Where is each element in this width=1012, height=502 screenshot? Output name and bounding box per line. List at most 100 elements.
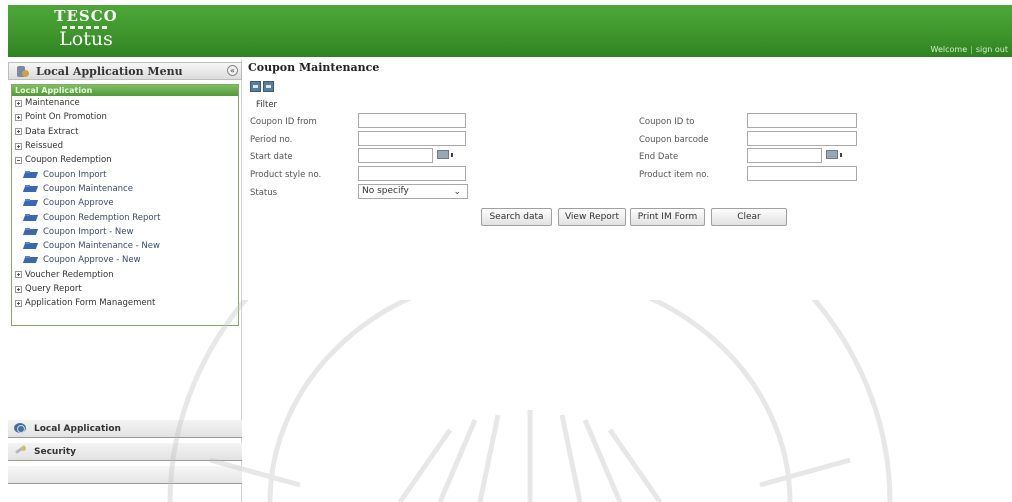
end-date-input[interactable] xyxy=(747,148,822,163)
expand-filter-icon[interactable] xyxy=(250,81,261,92)
tree-item-label: Coupon Approve xyxy=(43,198,114,209)
tree-item[interactable]: Maintenance xyxy=(12,96,238,110)
tree-item-label: Reissued xyxy=(25,141,63,152)
calendar-icon[interactable] xyxy=(437,150,453,159)
tree-item[interactable]: Point On Promotion xyxy=(12,110,238,124)
tree-item-label: Application Form Management xyxy=(25,298,156,309)
expand-icon xyxy=(15,299,22,307)
coupon-barcode-label: Coupon barcode xyxy=(639,135,709,145)
welcome-link[interactable]: Welcome xyxy=(931,45,968,54)
filter-label: Filter xyxy=(256,100,278,110)
coupon-id-from-label: Coupon ID from xyxy=(250,117,317,127)
menu-tree: Local Application Maintenance Point On Pr… xyxy=(11,84,239,326)
tree-item-label: Voucher Redemption xyxy=(25,269,114,280)
period-no-label: Period no. xyxy=(250,135,293,145)
status-select-value: No specify xyxy=(362,186,409,196)
tree-header: Local Application xyxy=(12,85,238,96)
page-title: Coupon Maintenance xyxy=(248,61,380,74)
folder-icon xyxy=(24,170,38,179)
start-date-input[interactable] xyxy=(358,148,433,163)
calendar-icon[interactable] xyxy=(826,150,842,159)
expand-icon xyxy=(15,271,22,279)
expand-icon xyxy=(15,285,22,293)
tree-item[interactable]: Coupon Redemption xyxy=(12,153,238,167)
folder-icon xyxy=(24,199,38,207)
tesco-lotus-logo: TESCO Lotus xyxy=(54,9,118,50)
sign-out-link[interactable]: sign out xyxy=(976,45,1008,54)
tree-item[interactable]: Application Form Management xyxy=(12,296,238,310)
accordion-empty xyxy=(8,466,242,484)
product-item-no-label: Product item no. xyxy=(639,170,710,180)
tree-item[interactable]: Coupon Approve - New xyxy=(12,253,238,267)
accordion-security-label: Security xyxy=(34,446,77,457)
collapse-filter-icon[interactable] xyxy=(263,81,274,92)
tree-item[interactable]: Coupon Maintenance - New xyxy=(12,239,238,253)
collapse-sidebar-button[interactable]: « xyxy=(227,65,238,76)
tree-item[interactable]: Coupon Import xyxy=(12,167,238,181)
tree-item-label: Data Extract xyxy=(25,126,79,137)
application-menu-icon xyxy=(15,65,30,78)
expand-icon xyxy=(15,142,22,150)
view-report-button[interactable]: View Report xyxy=(558,208,626,226)
tree-item-label: Coupon Import - New xyxy=(43,226,134,237)
expand-icon xyxy=(15,99,22,107)
clear-button[interactable]: Clear xyxy=(711,208,787,226)
chevron-down-icon: ⌄ xyxy=(453,187,461,197)
app-header: TESCO Lotus Welcome | sign out xyxy=(8,5,1012,57)
expand-icon xyxy=(15,113,22,121)
menu-header: Local Application Menu xyxy=(8,62,242,80)
product-item-no-input[interactable] xyxy=(747,166,857,181)
key-icon xyxy=(14,446,28,457)
print-im-form-button[interactable]: Print IM Form xyxy=(630,208,705,226)
period-no-input[interactable] xyxy=(358,131,466,146)
folder-icon xyxy=(24,227,38,236)
tree-item-label: Coupon Maintenance xyxy=(43,183,133,194)
status-label: Status xyxy=(250,188,278,198)
tree-item[interactable]: Coupon Maintenance xyxy=(12,182,238,196)
tree-item[interactable]: Coupon Redemption Report xyxy=(12,210,238,224)
tree-item-label: Coupon Redemption xyxy=(25,155,112,166)
folder-icon xyxy=(24,256,38,264)
accordion-local-application[interactable]: Local Application xyxy=(8,420,242,438)
search-data-button[interactable]: Search data xyxy=(481,208,552,226)
tree-item-label: Coupon Import xyxy=(43,169,107,180)
menu-title: Local Application Menu xyxy=(36,64,183,78)
tree-item-label: Point On Promotion xyxy=(25,112,107,123)
sidebar: Local Application Menu Local Application… xyxy=(8,60,242,502)
tree-item[interactable]: Reissued xyxy=(12,139,238,153)
product-style-no-input[interactable] xyxy=(358,166,466,181)
end-date-label: End Date xyxy=(639,152,679,162)
tree-item[interactable]: Data Extract xyxy=(12,125,238,139)
user-links: Welcome | sign out xyxy=(928,45,1008,54)
tree-item-label: Coupon Maintenance - New xyxy=(43,241,160,252)
logo-dash-icon xyxy=(62,26,110,29)
folder-icon xyxy=(24,184,38,193)
coupon-id-to-input[interactable] xyxy=(747,113,857,128)
tree-item[interactable]: Voucher Redemption xyxy=(12,268,238,282)
start-date-label: Start date xyxy=(250,152,293,162)
folder-icon xyxy=(24,242,38,250)
user-links-separator: | xyxy=(970,45,973,54)
collapse-icon xyxy=(15,156,22,164)
tree-item-list: Maintenance Point On Promotion Data Extrac… xyxy=(12,96,238,310)
globe-icon xyxy=(14,423,28,434)
tree-item-label: Coupon Approve - New xyxy=(43,255,141,266)
tree-item[interactable]: Query Report xyxy=(12,282,238,296)
coupon-id-from-input[interactable] xyxy=(358,113,466,128)
logo-bottom-text: Lotus xyxy=(59,28,113,50)
main-content: Coupon Maintenance Filter Coupon ID from… xyxy=(248,60,1008,500)
coupon-barcode-input[interactable] xyxy=(747,131,857,146)
toolbar xyxy=(250,81,274,92)
product-style-no-label: Product style no. xyxy=(250,170,322,180)
tree-item[interactable]: Coupon Import - New xyxy=(12,225,238,239)
tree-item[interactable]: Coupon Approve xyxy=(12,196,238,210)
logo-top-text: TESCO xyxy=(54,7,118,25)
tree-item-label: Query Report xyxy=(25,284,82,294)
tree-item-label: Coupon Redemption Report xyxy=(43,212,161,223)
status-select[interactable]: No specify ⌄ xyxy=(358,184,468,199)
expand-icon xyxy=(15,128,22,136)
folder-icon xyxy=(24,213,38,222)
accordion-local-application-label: Local Application xyxy=(34,423,121,434)
tree-item-label: Maintenance xyxy=(25,98,80,109)
accordion-security[interactable]: Security xyxy=(8,443,242,461)
